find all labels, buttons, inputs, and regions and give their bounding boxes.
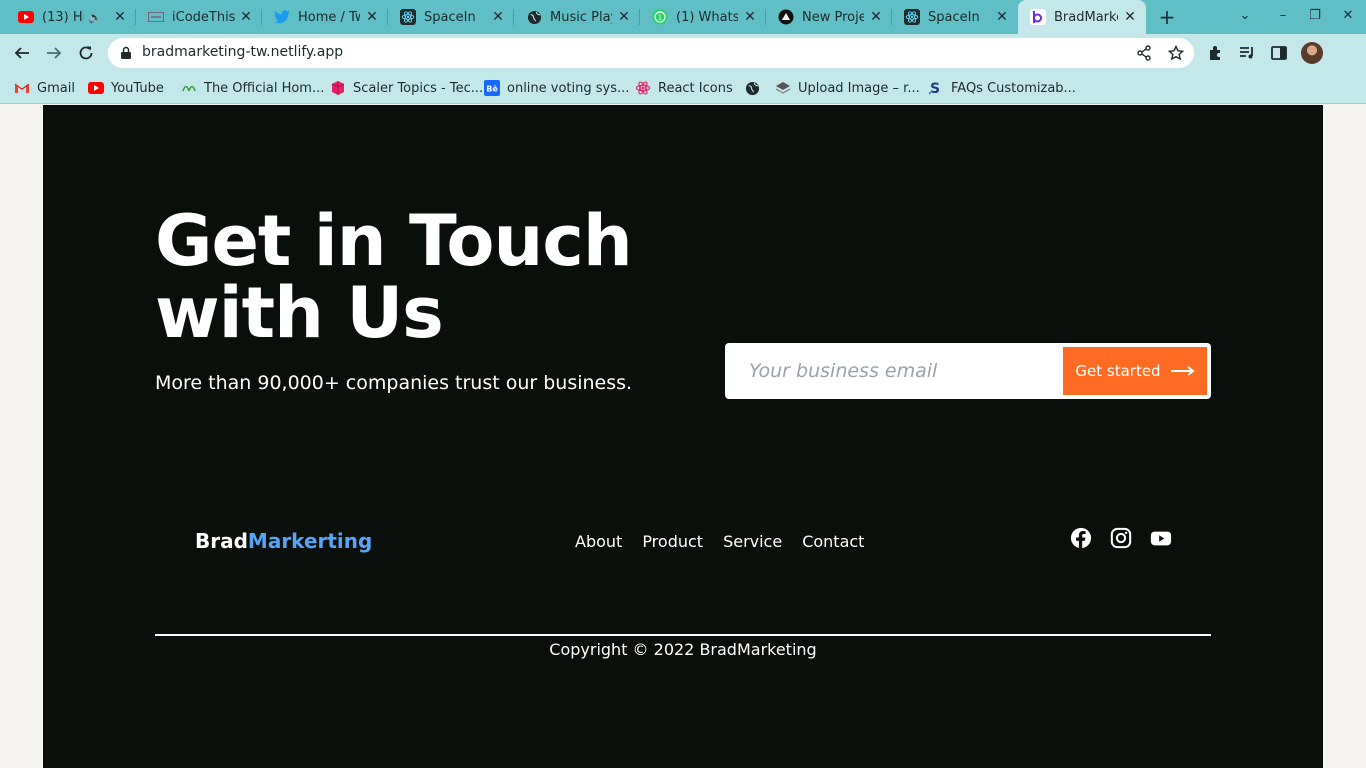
footer-link-contact[interactable]: Contact xyxy=(802,532,864,551)
bookmark-youtube[interactable]: YouTube xyxy=(88,80,164,96)
reload-icon xyxy=(79,46,93,60)
behance-icon: Bē xyxy=(484,80,500,96)
tab-new-project[interactable]: New Proje ✕ xyxy=(766,0,892,34)
close-tab-icon[interactable]: ✕ xyxy=(112,9,128,25)
tab-spacein-2[interactable]: SpaceIn ✕ xyxy=(892,0,1018,34)
url-text: bradmarketing-tw.netlify.app xyxy=(142,44,344,60)
bookmark-react-icons[interactable]: React Icons xyxy=(635,80,733,96)
gmail-icon xyxy=(14,80,30,96)
footer-link-about[interactable]: About xyxy=(575,532,622,551)
copyright-text: Copyright © 2022 BradMarketing xyxy=(549,640,817,659)
close-tab-icon[interactable]: ✕ xyxy=(490,9,506,25)
address-bar[interactable]: bradmarketing-tw.netlify.app xyxy=(108,38,1194,68)
media-control-icon[interactable] xyxy=(1238,44,1256,62)
social-links xyxy=(1070,527,1172,549)
arrow-left-icon xyxy=(14,47,29,59)
vercel-icon xyxy=(778,9,794,25)
youtube-icon[interactable] xyxy=(1150,527,1172,549)
youtube-icon xyxy=(88,80,104,96)
whatsapp-icon: 1 xyxy=(652,9,668,25)
email-signup-form: Get started xyxy=(725,343,1211,399)
tab-bradmarketing[interactable]: BradMarke ✕ xyxy=(1018,0,1146,34)
tab-music-player[interactable]: Music Play ✕ xyxy=(514,0,640,34)
tab-strip: (13) Hi 🔈 ✕ iCodeThis ✕ Home / Tw ✕ Spac… xyxy=(0,0,1366,34)
bookmark-globe[interactable] xyxy=(744,80,767,96)
scaler-icon xyxy=(330,80,346,96)
side-panel-icon[interactable] xyxy=(1270,44,1288,62)
close-tab-icon[interactable]: ✕ xyxy=(868,9,884,25)
arrow-right-icon xyxy=(1170,366,1195,376)
instagram-icon[interactable] xyxy=(1110,527,1132,549)
hero-subtitle: More than 90,000+ companies trust our bu… xyxy=(155,372,633,394)
layers-icon xyxy=(775,80,791,96)
contact-section: Get in Touch with Us More than 90,000+ c… xyxy=(43,105,1323,768)
lock-icon xyxy=(121,46,131,59)
youtube-icon xyxy=(18,9,34,25)
bookmark-star-icon[interactable] xyxy=(1168,45,1184,61)
speaker-icon[interactable]: 🔈 xyxy=(88,11,102,24)
react-icon xyxy=(904,9,920,25)
hero-title: Get in Touch with Us xyxy=(155,200,633,354)
back-button[interactable] xyxy=(11,42,33,64)
new-tab-button[interactable]: + xyxy=(1156,7,1178,29)
bookmark-gmail[interactable]: Gmail xyxy=(14,80,75,96)
get-started-button[interactable]: Get started xyxy=(1063,347,1207,395)
close-window-button[interactable]: ✕ xyxy=(1338,8,1358,26)
close-tab-icon[interactable]: ✕ xyxy=(994,9,1010,25)
globe-icon xyxy=(744,80,760,96)
close-tab-icon[interactable]: ✕ xyxy=(742,9,758,25)
footer-link-product[interactable]: Product xyxy=(642,532,703,551)
svg-text:Bē: Bē xyxy=(486,85,498,94)
arrow-right-icon xyxy=(47,47,62,59)
tab-icodethis[interactable]: iCodeThis ✕ xyxy=(136,0,262,34)
forward-button[interactable] xyxy=(43,42,65,64)
restore-button[interactable]: ❐ xyxy=(1305,8,1325,26)
reload-button[interactable] xyxy=(75,42,97,64)
bookmark-official-home[interactable]: The Official Hom... xyxy=(181,80,324,96)
minimize-button[interactable]: – xyxy=(1273,8,1293,26)
tab-youtube[interactable]: (13) Hi 🔈 ✕ xyxy=(0,0,136,34)
footer-link-service[interactable]: Service xyxy=(723,532,782,551)
site-icon xyxy=(181,80,197,96)
bookmark-online-voting[interactable]: Bē online voting sys... xyxy=(484,80,629,96)
close-tab-icon[interactable]: ✕ xyxy=(1122,9,1138,25)
business-email-input[interactable] xyxy=(725,343,1061,399)
twitter-icon xyxy=(274,9,290,25)
close-tab-icon[interactable]: ✕ xyxy=(364,9,380,25)
globe-icon xyxy=(526,9,542,25)
bookmark-scaler[interactable]: Scaler Topics - Tec... xyxy=(330,80,483,96)
footer-nav: About Product Service Contact xyxy=(575,532,864,551)
bookmark-upload-image[interactable]: Upload Image – r... xyxy=(775,80,920,96)
react-icon xyxy=(635,80,651,96)
extensions-icon[interactable] xyxy=(1207,44,1225,62)
close-tab-icon[interactable]: ✕ xyxy=(616,9,632,25)
page-viewport: Get in Touch with Us More than 90,000+ c… xyxy=(0,105,1366,768)
tab-search-icon[interactable]: ⌄ xyxy=(1235,8,1255,26)
close-tab-icon[interactable]: ✕ xyxy=(238,9,254,25)
tab-spacein[interactable]: SpaceIn ✕ xyxy=(388,0,514,34)
s-logo-icon: S xyxy=(928,80,944,96)
footer-brand-logo[interactable]: BradMarkerting xyxy=(195,529,372,553)
bradmarketing-icon xyxy=(1030,9,1046,25)
icodethis-icon xyxy=(148,9,164,25)
tab-whatsapp[interactable]: 1 (1) WhatsA ✕ xyxy=(640,0,766,34)
facebook-icon[interactable] xyxy=(1070,527,1092,549)
share-icon[interactable] xyxy=(1136,45,1152,61)
tab-twitter[interactable]: Home / Tw ✕ xyxy=(262,0,388,34)
svg-text:1: 1 xyxy=(658,14,662,22)
footer-divider xyxy=(155,634,1211,636)
react-icon xyxy=(400,9,416,25)
bookmark-faqs[interactable]: S FAQs Customizab... xyxy=(928,80,1076,96)
profile-avatar[interactable] xyxy=(1301,42,1323,64)
svg-text:S: S xyxy=(930,81,940,96)
